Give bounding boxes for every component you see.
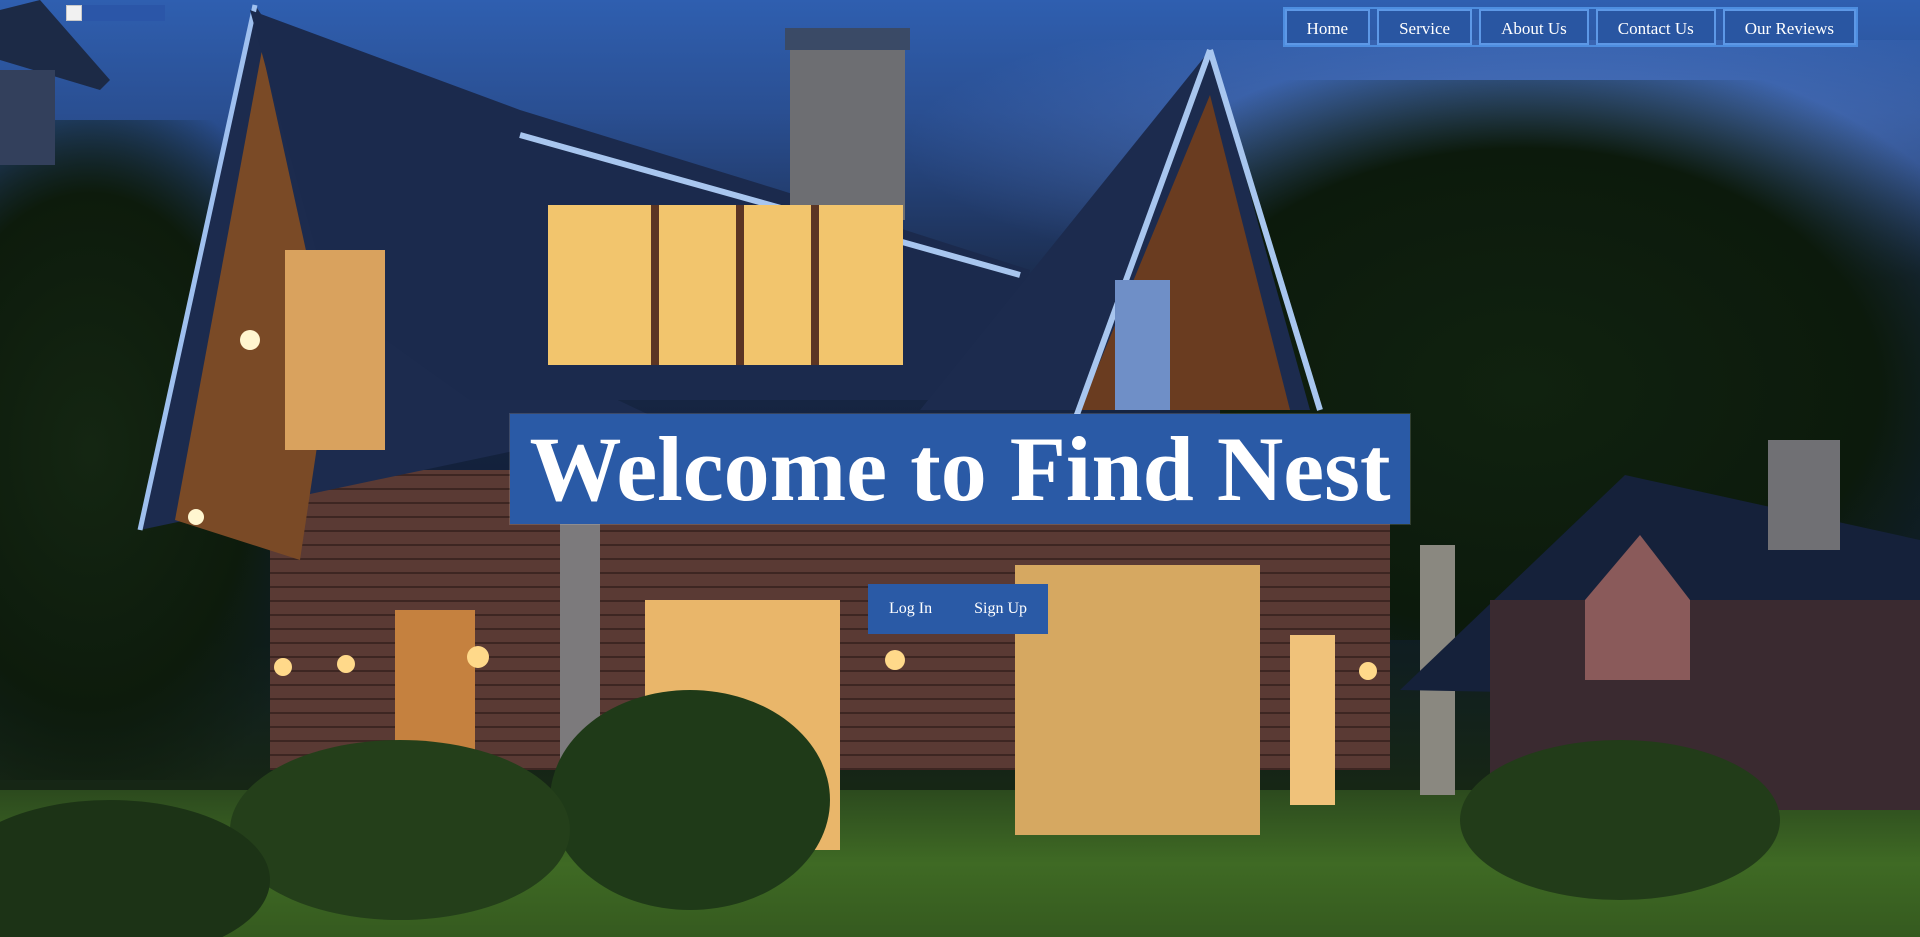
auth-buttons: Log In Sign Up <box>868 584 1049 634</box>
shrub <box>1460 740 1780 900</box>
nav-home-button[interactable]: Home <box>1284 9 1371 45</box>
shrub <box>0 800 270 937</box>
login-button[interactable]: Log In <box>868 584 954 634</box>
light <box>337 655 355 673</box>
signup-button[interactable]: Sign Up <box>953 584 1049 634</box>
patio-doors <box>1015 565 1260 835</box>
shrub <box>550 690 830 910</box>
light <box>467 646 489 668</box>
broken-image-icon <box>66 5 82 21</box>
light <box>274 658 292 676</box>
main-nav: Home Service About Us Contact Us Our Rev… <box>1282 7 1858 47</box>
lower-window-far-left <box>395 610 475 760</box>
hero-section: Home Service About Us Contact Us Our Rev… <box>0 0 1920 937</box>
shrub <box>230 740 570 920</box>
small-cabin-wall <box>0 70 55 165</box>
nav-about-us-button[interactable]: About Us <box>1479 9 1589 45</box>
side-window <box>1290 635 1335 805</box>
chimney <box>790 40 905 220</box>
chimney-cap <box>785 28 910 50</box>
light <box>1359 662 1377 680</box>
hero-title-banner: Welcome to Find Nest <box>510 414 1410 524</box>
site-logo[interactable] <box>66 5 165 21</box>
nav-contact-us-button[interactable]: Contact Us <box>1595 9 1716 45</box>
light <box>188 509 204 525</box>
right-cabin-chimney <box>1768 440 1840 550</box>
dormer-window <box>548 205 903 365</box>
bay-window <box>285 250 385 450</box>
hero-title: Welcome to Find Nest <box>529 418 1391 520</box>
nav-service-button[interactable]: Service <box>1377 9 1473 45</box>
gable-window <box>1115 280 1170 410</box>
nav-our-reviews-button[interactable]: Our Reviews <box>1722 9 1856 45</box>
light <box>885 650 905 670</box>
light <box>240 330 260 350</box>
